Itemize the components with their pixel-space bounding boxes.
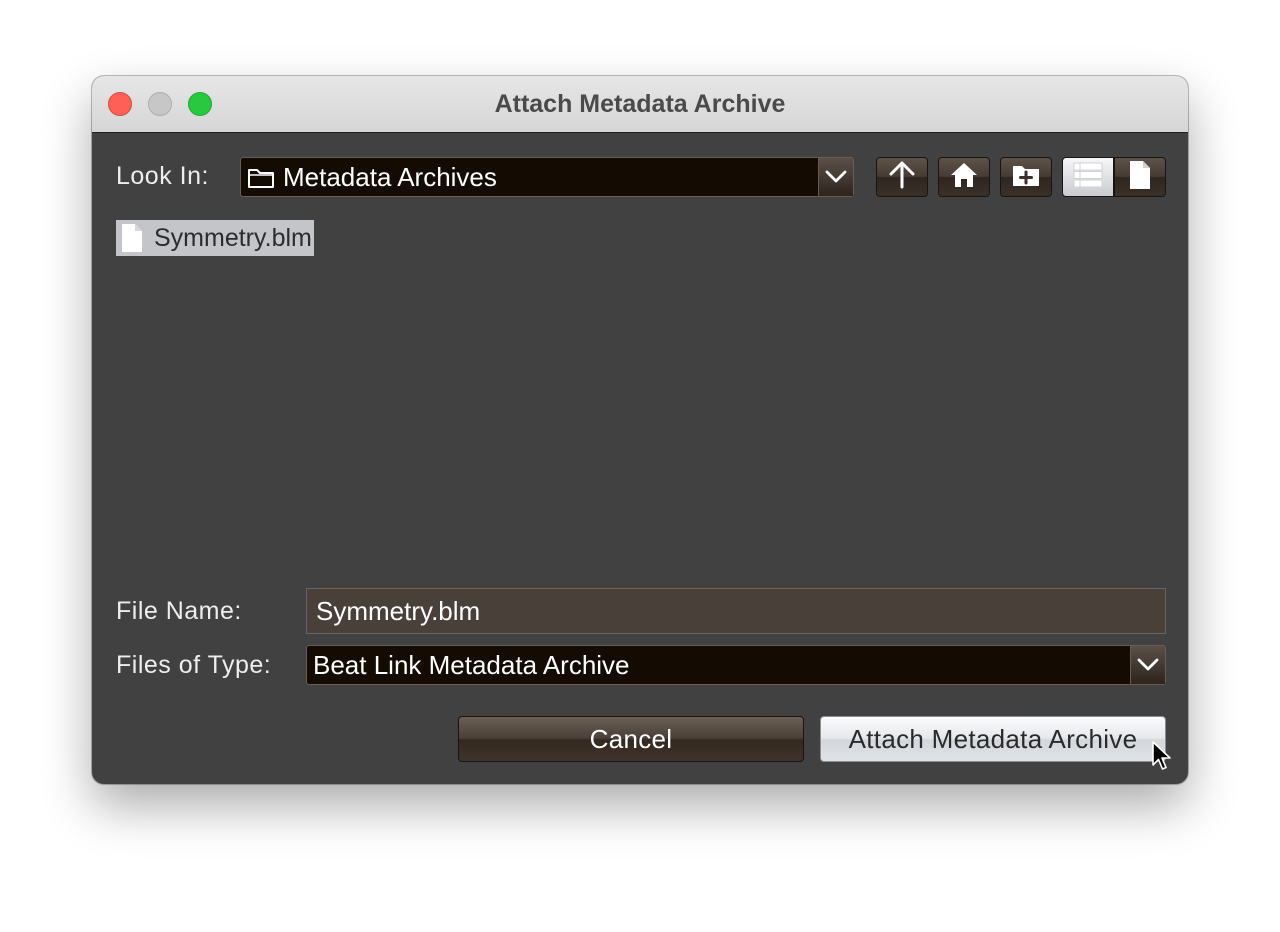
file-name-label: File Name: — [116, 597, 242, 625]
look-in-value: Metadata Archives — [283, 162, 497, 192]
details-view-button[interactable] — [1114, 157, 1166, 197]
file-type-label: Files of Type: — [116, 651, 272, 679]
look-in-dropdown[interactable]: Metadata Archives — [240, 157, 854, 197]
folder-icon — [247, 165, 275, 196]
file-chooser-dialog: Attach Metadata Archive Look In: Metadat… — [92, 76, 1188, 784]
home-button[interactable] — [938, 157, 990, 197]
chevron-down-icon[interactable] — [818, 158, 853, 196]
list-view-icon — [1073, 162, 1103, 193]
window-title: Attach Metadata Archive — [494, 90, 786, 118]
file-item-label: Symmetry.blm — [154, 223, 312, 252]
cancel-button[interactable]: Cancel — [458, 716, 804, 762]
file-type-value: Beat Link Metadata Archive — [313, 650, 630, 680]
file-name-field[interactable]: Symmetry.blm — [306, 588, 1166, 634]
chevron-down-icon[interactable] — [1130, 646, 1165, 684]
attach-metadata-archive-button[interactable]: Attach Metadata Archive — [820, 716, 1166, 762]
file-list[interactable]: Symmetry.blm — [116, 220, 314, 256]
new-folder-button[interactable] — [1000, 157, 1052, 197]
document-icon — [1128, 160, 1152, 195]
file-icon — [120, 223, 144, 253]
list-view-button[interactable] — [1062, 157, 1114, 197]
arrow-up-icon — [887, 160, 917, 195]
up-folder-button[interactable] — [876, 157, 928, 197]
mouse-pointer-icon — [1152, 741, 1174, 776]
title-bar[interactable]: Attach Metadata Archive — [92, 76, 1188, 133]
file-item-symmetry[interactable]: Symmetry.blm — [116, 220, 314, 256]
home-icon — [949, 161, 979, 194]
look-in-label: Look In: — [116, 162, 209, 190]
file-type-dropdown[interactable]: Beat Link Metadata Archive — [306, 645, 1166, 685]
new-folder-icon — [1011, 162, 1041, 193]
